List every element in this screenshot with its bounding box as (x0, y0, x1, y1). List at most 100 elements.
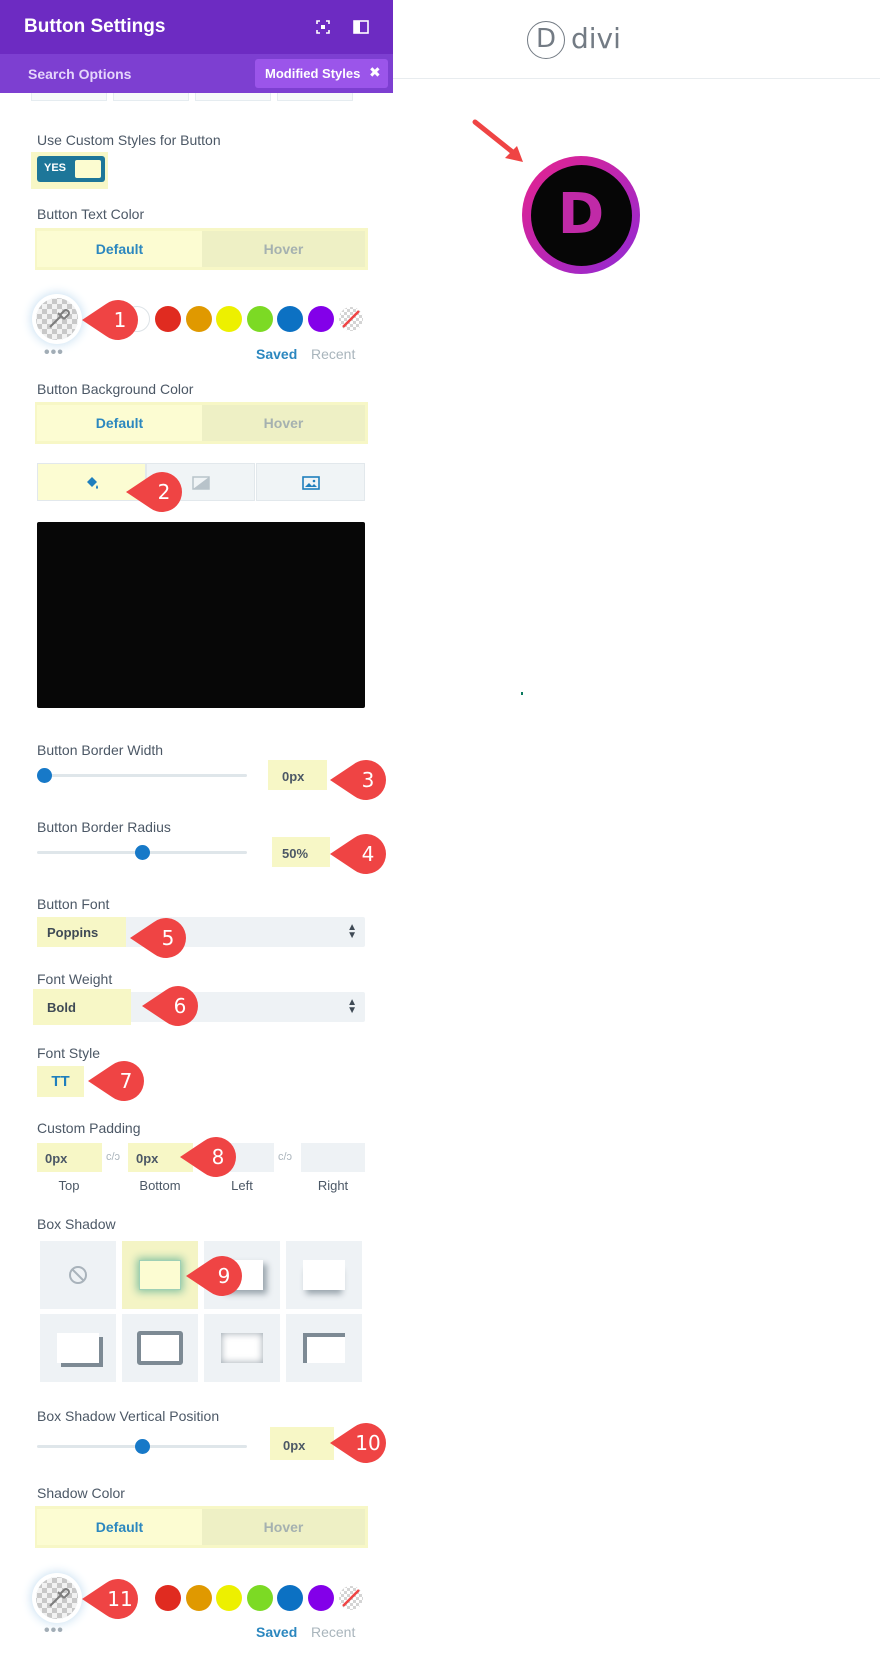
select-arrows-icon: ▲ ▼ (347, 922, 357, 941)
shadow-color-hover-tab[interactable]: Hover (202, 1509, 365, 1545)
text-color-label: Button Text Color (37, 206, 145, 222)
border-width-value[interactable]: 0px (282, 769, 304, 784)
recent-colors-tab[interactable]: Recent (311, 346, 355, 362)
color-swatch[interactable] (246, 1585, 273, 1611)
color-swatch[interactable] (216, 1585, 242, 1611)
paint-bucket-icon (87, 477, 98, 489)
button-font-value: Poppins (47, 925, 99, 940)
callout-number: 2 (157, 480, 171, 504)
color-swatch[interactable] (155, 306, 181, 332)
padding-left-caption: Left (231, 1178, 253, 1193)
shadow-vpos-slider-knob[interactable] (134, 1439, 150, 1454)
fullscreen-icon[interactable] (312, 16, 334, 38)
padding-top-input[interactable]: 0px (37, 1143, 102, 1172)
toggle-knob (75, 160, 101, 178)
padding-bottom-caption: Bottom (139, 1178, 181, 1193)
shadow-preset-7-option[interactable] (286, 1314, 362, 1382)
button-font-label: Button Font (37, 896, 110, 912)
shadow-none-option[interactable] (40, 1241, 116, 1309)
preview-round-button[interactable]: D (522, 156, 640, 274)
custom-styles-toggle[interactable]: YES (37, 156, 105, 182)
color-swatch[interactable] (155, 1585, 181, 1611)
border-radius-slider-knob[interactable] (134, 845, 150, 860)
shadow-preset-3-option[interactable] (286, 1241, 362, 1309)
bg-color-preview[interactable] (37, 522, 365, 708)
scrolled-option-stub (195, 93, 271, 101)
scrolled-option-stub (31, 93, 107, 101)
callout-number: 7 (119, 1069, 133, 1093)
uppercase-style-button[interactable]: TT (37, 1066, 84, 1097)
callout-marker: 3 (330, 758, 394, 802)
no-color-icon[interactable] (338, 1585, 364, 1611)
border-width-slider-knob[interactable] (37, 768, 52, 783)
shadow-preset-preview (221, 1333, 263, 1363)
padding-top-value: 0px (45, 1151, 68, 1166)
saved-colors-tab[interactable]: Saved (256, 1624, 297, 1640)
callout-number: 5 (161, 926, 175, 950)
bg-color-hover-tab[interactable]: Hover (202, 405, 365, 441)
color-swatch[interactable] (185, 1585, 212, 1611)
link-icon[interactable]: c/ↄ (106, 1151, 120, 1163)
callout-number: 11 (107, 1587, 133, 1611)
color-swatch[interactable] (307, 306, 334, 332)
no-color-icon[interactable] (338, 306, 364, 332)
color-swatch[interactable] (185, 306, 212, 332)
bg-color-default-tab[interactable]: Default (37, 405, 202, 441)
callout-number: 10 (355, 1431, 381, 1455)
more-options-icon[interactable]: ••• (44, 344, 64, 362)
border-width-slider-track[interactable] (37, 774, 247, 777)
shadow-vpos-label: Box Shadow Vertical Position (37, 1408, 220, 1424)
callout-marker: 4 (330, 832, 394, 876)
shadow-vpos-value[interactable]: 0px (283, 1438, 305, 1453)
callout-marker: 8 (180, 1135, 244, 1179)
shadow-preset-preview (303, 1260, 345, 1290)
preview-button-letter: D (557, 182, 605, 247)
color-swatch[interactable] (307, 1585, 334, 1611)
shadow-preset-preview (303, 1333, 345, 1363)
callout-number: 9 (217, 1264, 231, 1288)
recent-colors-tab[interactable]: Recent (311, 1624, 355, 1640)
eyedropper-icon (49, 309, 70, 328)
preview-header: D divi (393, 0, 880, 79)
callout-marker: 10 (330, 1421, 394, 1465)
callout-marker: 2 (126, 470, 190, 514)
shadow-preset-5-option[interactable] (122, 1314, 198, 1382)
border-width-label: Button Border Width (37, 742, 164, 758)
callout-number: 6 (173, 994, 187, 1018)
select-arrows-icon: ▲ ▼ (347, 997, 357, 1016)
search-options-link[interactable]: Search Options (28, 66, 131, 82)
button-font-select[interactable]: Poppins ▲ ▼ (37, 917, 365, 947)
split-view-icon[interactable] (350, 16, 372, 38)
shadow-preset-4-option[interactable] (40, 1314, 116, 1382)
border-radius-value[interactable]: 50% (282, 846, 308, 861)
callout-marker: 5 (130, 916, 194, 960)
modified-styles-filter[interactable]: Modified Styles ✖ (255, 59, 388, 88)
bg-color-label: Button Background Color (37, 381, 194, 397)
callout-number: 8 (211, 1145, 225, 1169)
shadow-color-label: Shadow Color (37, 1485, 125, 1501)
scrolled-option-stub (277, 93, 353, 101)
shadow-preset-preview (57, 1333, 99, 1363)
text-color-default-tab[interactable]: Default (37, 231, 202, 267)
shadow-preset-6-option[interactable] (204, 1314, 280, 1382)
panel-tabs-bar: Search Options Modified Styles ✖ (0, 54, 393, 93)
link-icon[interactable]: c/ↄ (278, 1151, 292, 1163)
more-options-icon[interactable]: ••• (44, 1622, 64, 1640)
font-weight-label: Font Weight (37, 971, 113, 987)
color-swatch[interactable] (216, 306, 242, 332)
saved-colors-tab[interactable]: Saved (256, 346, 297, 362)
padding-right-input[interactable] (301, 1143, 365, 1172)
callout-marker: 7 (88, 1059, 152, 1103)
color-swatch[interactable] (277, 306, 303, 332)
page-preview: D divi D (393, 0, 880, 1658)
color-swatch[interactable] (277, 1585, 303, 1611)
text-color-hover-tab[interactable]: Hover (202, 231, 365, 267)
color-swatch[interactable] (246, 306, 273, 332)
box-shadow-label: Box Shadow (37, 1216, 116, 1232)
close-icon[interactable]: ✖ (369, 64, 381, 81)
shadow-color-default-tab[interactable]: Default (37, 1509, 202, 1545)
bg-type-image-tab[interactable] (256, 463, 365, 501)
divi-logo-mark: D (527, 21, 565, 59)
callout-number: 1 (113, 308, 127, 332)
gradient-icon (192, 476, 210, 490)
